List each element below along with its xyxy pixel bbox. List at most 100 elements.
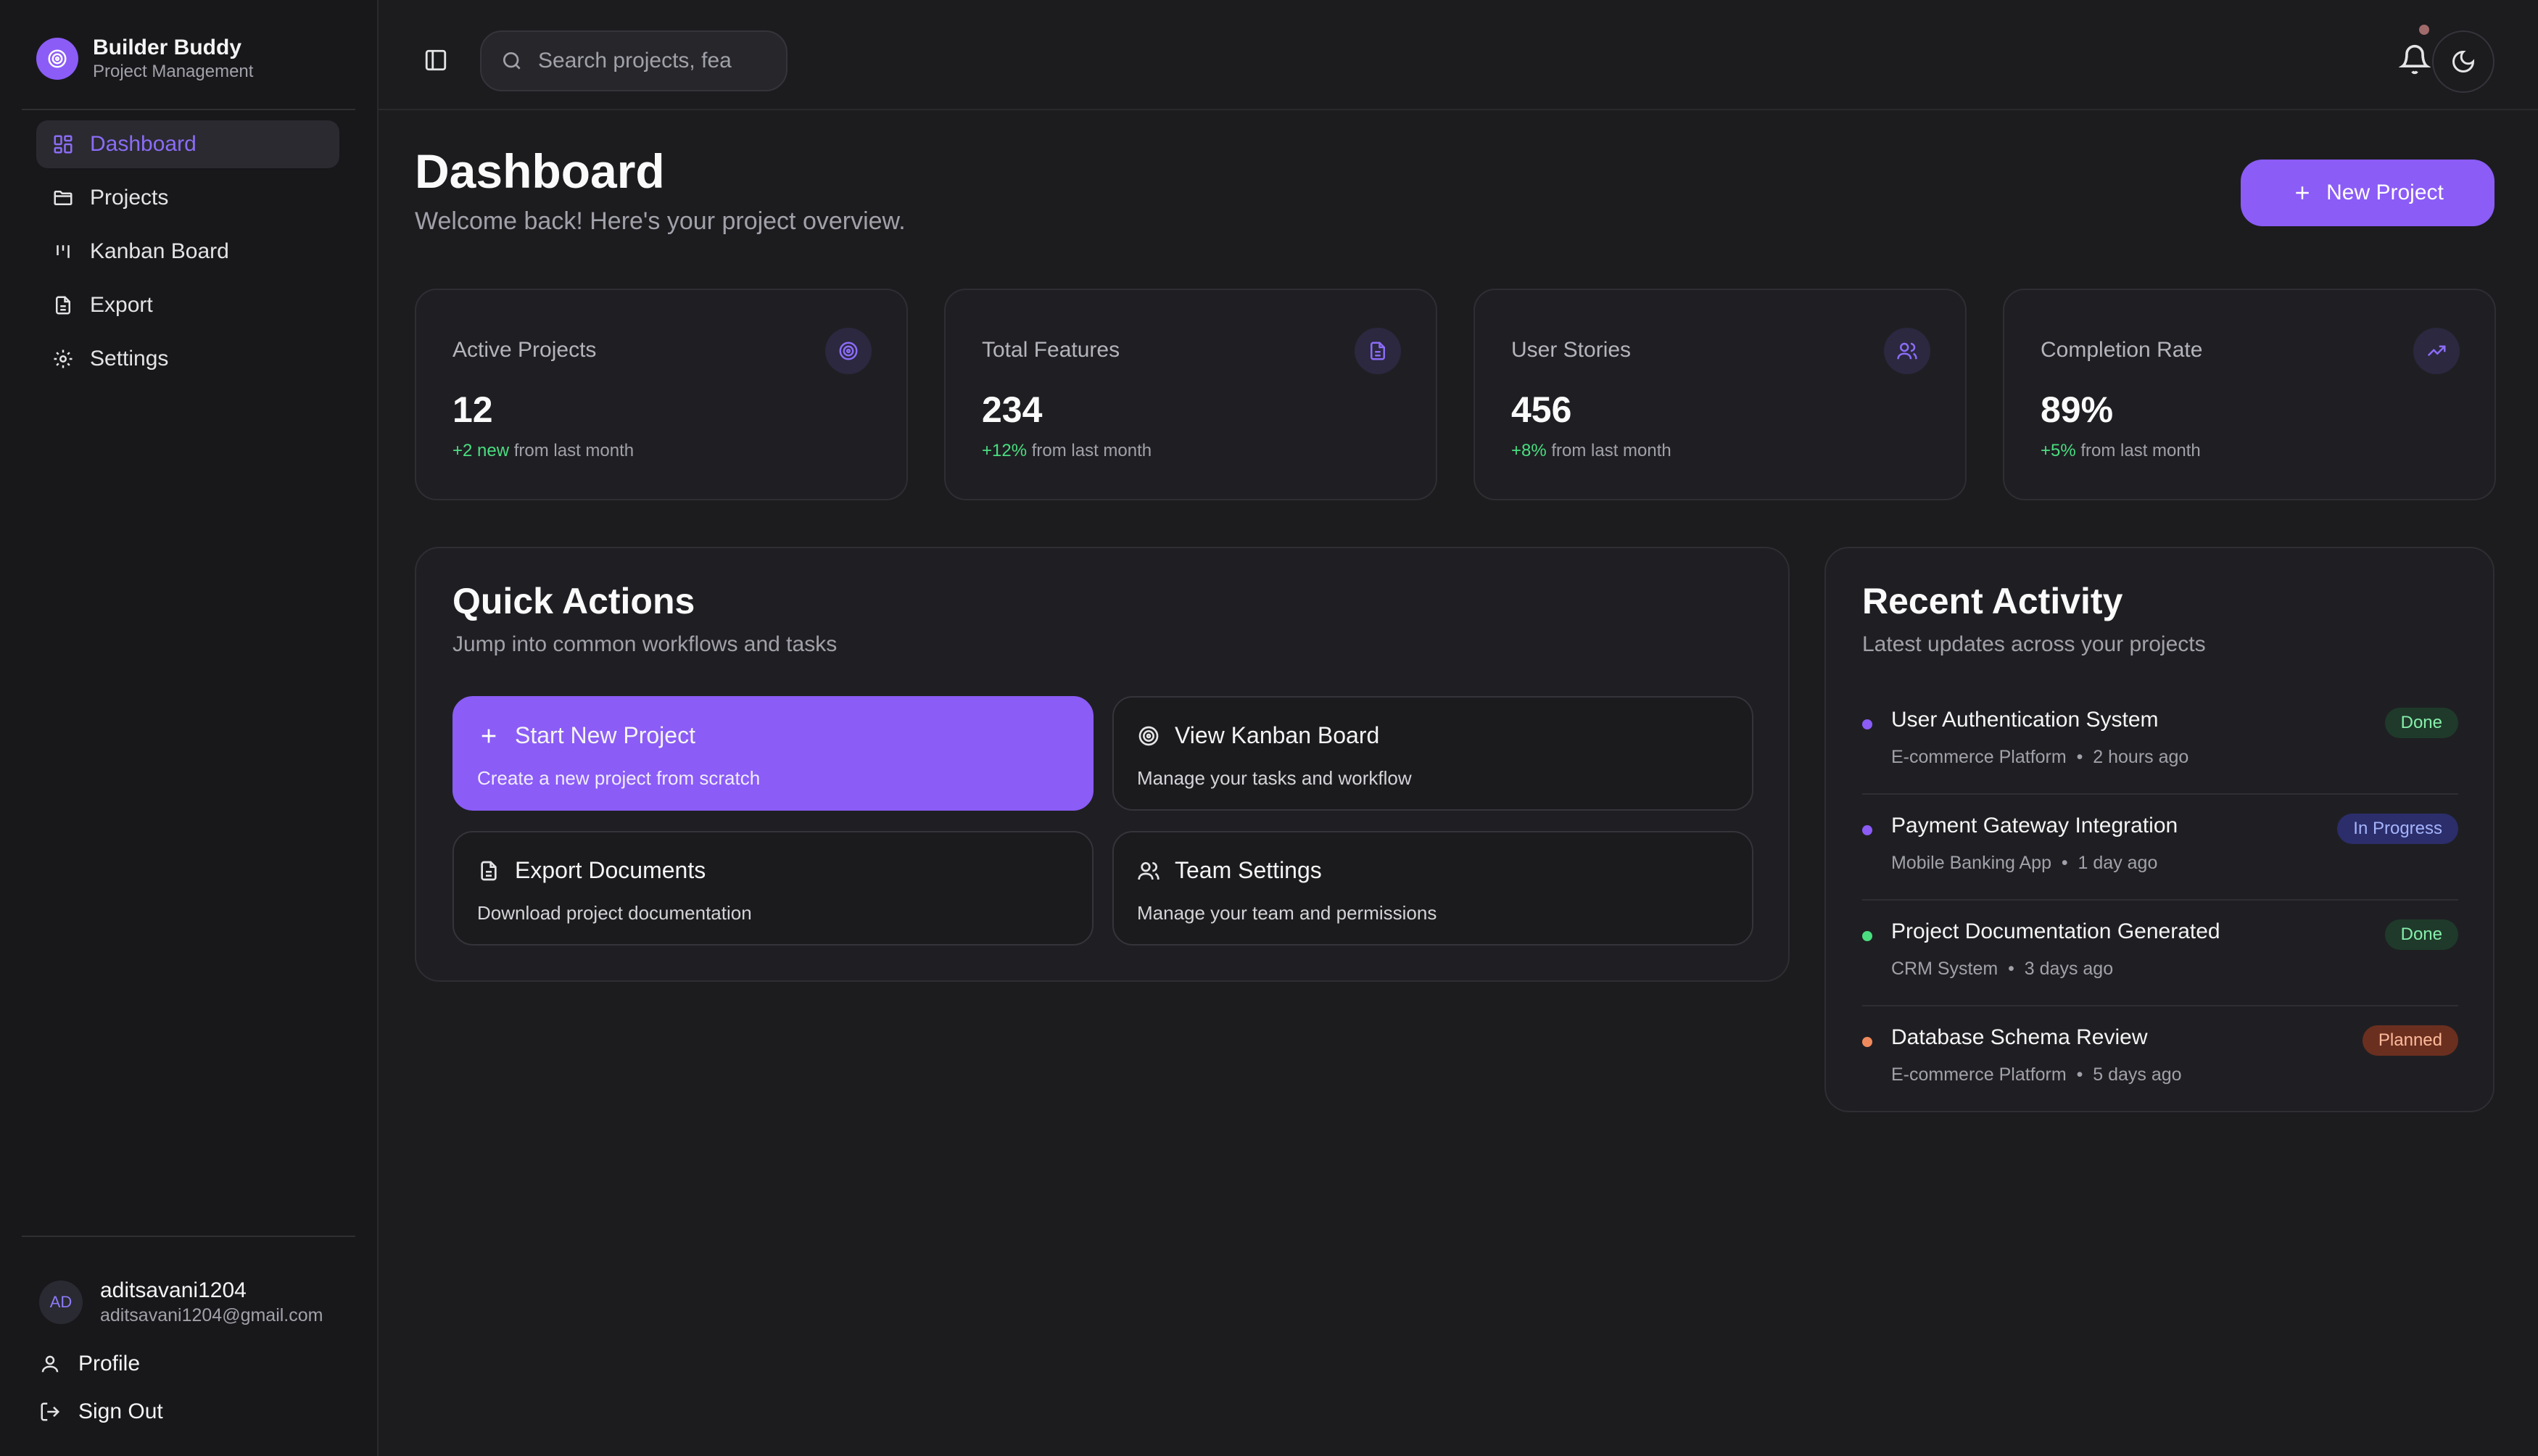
quick-actions-card: Quick Actions Jump into common workflows… <box>415 547 1790 982</box>
page-subtitle: Welcome back! Here's your project overvi… <box>415 207 906 235</box>
brand[interactable]: Builder Buddy Project Management <box>36 35 253 83</box>
sidebar-item-label: Kanban Board <box>90 239 229 263</box>
theme-toggle-button[interactable] <box>2432 30 2494 93</box>
brand-name: Builder Buddy <box>93 36 242 59</box>
search-icon <box>503 52 521 70</box>
users-icon <box>1884 328 1930 374</box>
stat-value: 89% <box>2041 389 2114 430</box>
stat-value: 12 <box>452 389 493 430</box>
activity-item[interactable]: User Authentication System E-commerce Pl… <box>1862 689 2458 795</box>
quick-actions-title: Quick Actions <box>452 581 695 621</box>
status-badge: Done <box>2384 919 2458 950</box>
sign-out-label: Sign Out <box>78 1399 163 1423</box>
stat-change: +12% from last month <box>982 441 1152 460</box>
user-name: aditsavani1204 <box>100 1278 247 1302</box>
stat-change: +8% from last month <box>1511 441 1671 460</box>
gear-icon <box>54 349 73 368</box>
sign-out-link[interactable]: Sign Out <box>39 1399 163 1424</box>
stat-label: Active Projects <box>452 338 597 362</box>
trending-up-icon <box>2413 328 2460 374</box>
avatar: AD <box>39 1281 83 1324</box>
sidebar-item-settings[interactable]: Settings <box>36 335 339 383</box>
activity-title: Payment Gateway Integration <box>1891 814 2178 837</box>
view-kanban-board-button[interactable]: View Kanban Board Manage your tasks and … <box>1112 696 1753 811</box>
stat-card-active-projects: Active Projects 12 +2 new from last mont… <box>415 289 908 500</box>
activity-title: Database Schema Review <box>1891 1025 2148 1049</box>
new-project-button[interactable]: New Project <box>2241 160 2494 226</box>
user-icon <box>41 1355 59 1373</box>
brand-logo-icon <box>36 38 78 80</box>
stat-label: Total Features <box>982 338 1120 362</box>
topbar <box>379 0 2538 110</box>
stat-value: 456 <box>1511 389 1572 430</box>
sidebar-item-kanban[interactable]: Kanban Board <box>36 228 339 276</box>
grid-icon <box>54 135 73 154</box>
sidebar-item-projects[interactable]: Projects <box>36 174 339 222</box>
stat-value: 234 <box>982 389 1043 430</box>
export-documents-button[interactable]: Export Documents Download project docume… <box>452 831 1094 946</box>
activity-meta: E-commerce Platform • 2 hours ago <box>1891 747 2189 767</box>
start-new-project-button[interactable]: Start New Project Create a new project f… <box>452 696 1094 811</box>
status-dot <box>1862 931 1872 941</box>
recent-activity-subtitle: Latest updates across your projects <box>1862 632 2206 656</box>
target-icon <box>1138 726 1159 745</box>
sidebar-divider <box>22 1236 355 1237</box>
notification-dot <box>2419 25 2429 35</box>
kanban-icon <box>57 245 70 258</box>
document-icon <box>56 296 70 315</box>
activity-item[interactable]: Database Schema Review E-commerce Platfo… <box>1862 1006 2458 1112</box>
recent-activity-card: Recent Activity Latest updates across yo… <box>1824 547 2494 1112</box>
target-icon <box>825 328 872 374</box>
profile-label: Profile <box>78 1352 141 1376</box>
status-badge: Planned <box>2362 1025 2458 1056</box>
activity-title: Project Documentation Generated <box>1891 919 2220 943</box>
users-icon <box>1138 861 1160 880</box>
quick-action-title: Export Documents <box>515 857 706 883</box>
user-email: aditsavani1204@gmail.com <box>100 1305 323 1325</box>
sidebar-toggle-icon[interactable] <box>423 48 448 73</box>
activity-meta: CRM System • 3 days ago <box>1891 959 2114 979</box>
plus-icon <box>2296 186 2309 199</box>
stat-card-completion-rate: Completion Rate 89% +5% from last month <box>2003 289 2496 500</box>
status-badge: Done <box>2384 708 2458 738</box>
plus-icon <box>481 729 496 743</box>
status-dot <box>1862 719 1872 729</box>
sidebar-item-label: Dashboard <box>90 132 197 156</box>
sidebar-item-export[interactable]: Export <box>36 281 339 329</box>
profile-link[interactable]: Profile <box>39 1352 140 1376</box>
recent-activity-title: Recent Activity <box>1862 581 2123 621</box>
sidebar-item-label: Settings <box>90 347 169 371</box>
stat-label: Completion Rate <box>2041 338 2203 362</box>
quick-actions-subtitle: Jump into common workflows and tasks <box>452 632 838 656</box>
quick-action-desc: Download project documentation <box>477 902 752 924</box>
moon-icon <box>2452 50 2475 73</box>
stat-change: +2 new from last month <box>452 441 634 460</box>
team-settings-button[interactable]: Team Settings Manage your team and permi… <box>1112 831 1753 946</box>
quick-action-title: View Kanban Board <box>1175 722 1380 748</box>
sidebar-item-dashboard[interactable]: Dashboard <box>36 120 339 168</box>
quick-action-title: Team Settings <box>1175 857 1322 883</box>
activity-meta: E-commerce Platform • 5 days ago <box>1891 1064 2182 1085</box>
activity-meta: Mobile Banking App • 1 day ago <box>1891 853 2158 873</box>
sign-out-icon <box>41 1402 60 1421</box>
document-icon <box>481 861 497 880</box>
stat-change: +5% from last month <box>2041 441 2201 460</box>
quick-action-desc: Manage your tasks and workflow <box>1137 767 1412 789</box>
sidebar-nav: Dashboard Projects Kanban Board Export S… <box>36 120 339 389</box>
status-badge: In Progress <box>2337 814 2458 844</box>
search-input[interactable] <box>538 49 763 73</box>
status-dot <box>1862 1037 1872 1047</box>
stat-card-total-features: Total Features 234 +12% from last month <box>944 289 1437 500</box>
notification-bell-icon[interactable] <box>2399 44 2431 75</box>
file-icon <box>1355 328 1401 374</box>
page-title: Dashboard <box>415 144 665 198</box>
sidebar: Builder Buddy Project Management Dashboa… <box>0 0 379 1456</box>
status-dot <box>1862 825 1872 835</box>
user-card[interactable]: AD aditsavani1204 aditsavani1204@gmail.c… <box>39 1278 323 1327</box>
search-box[interactable] <box>480 30 788 91</box>
brand-subtitle: Project Management <box>93 62 254 81</box>
quick-action-title: Start New Project <box>515 722 695 748</box>
quick-action-desc: Manage your team and permissions <box>1137 902 1437 924</box>
activity-item[interactable]: Payment Gateway Integration Mobile Banki… <box>1862 795 2458 901</box>
activity-item[interactable]: Project Documentation Generated CRM Syst… <box>1862 901 2458 1006</box>
